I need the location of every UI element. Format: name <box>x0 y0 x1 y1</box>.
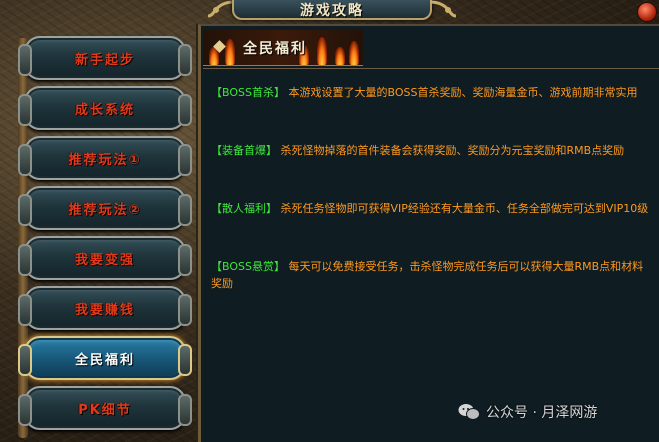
sidebar-item-get-stronger[interactable]: 我要变强 <box>18 236 192 280</box>
flame-decoration <box>335 47 345 65</box>
entry-tag: 【散人福利】 <box>211 202 277 215</box>
welfare-entry: 【BOSS首杀】 本游戏设置了大量的BOSS首杀奖励、奖励海量金币、游戏前期非常… <box>211 84 653 101</box>
right-ornament-icon <box>430 0 456 18</box>
watermark: 公众号 · 月泽网游 <box>458 402 597 422</box>
sidebar-item-label: 我要赚钱 <box>74 302 135 318</box>
entry-tag: 【BOSS首杀】 <box>211 86 285 99</box>
section-header: 全民福利 <box>203 30 363 66</box>
entry-text: 杀死任务怪物即可获得VIP经验还有大量金币、任务全部做完可达到VIP10级 <box>280 202 649 215</box>
divider <box>203 68 659 69</box>
welfare-entry: 【散人福利】 杀死任务怪物即可获得VIP经验还有大量金币、任务全部做完可达到VI… <box>211 200 653 217</box>
sidebar-item-recommended-2[interactable]: 推荐玩法② <box>18 186 192 230</box>
sidebar-item-label: PK细节 <box>78 402 132 418</box>
flame-decoration <box>317 37 327 65</box>
wechat-icon <box>458 404 480 420</box>
flame-decoration <box>349 41 359 65</box>
welfare-entry: 【装备首爆】 杀死怪物掉落的首件装备会获得奖励、奖励分为元宝奖励和RMB点奖励 <box>211 142 653 159</box>
sidebar-item-growth[interactable]: 成长系统 <box>18 86 192 130</box>
sidebar-item-label: 新手起步 <box>74 52 135 68</box>
sidebar-item-pk-details[interactable]: PK细节 <box>18 386 192 430</box>
entry-text: 杀死怪物掉落的首件装备会获得奖励、奖励分为元宝奖励和RMB点奖励 <box>280 144 625 157</box>
sidebar: 新手起步 成长系统 推荐玩法① 推荐玩法② 我要变强 我要赚钱 全民福利 PK细… <box>8 28 196 438</box>
close-icon[interactable] <box>637 2 657 22</box>
content-panel: 全民福利 【BOSS首杀】 本游戏设置了大量的BOSS首杀奖励、奖励海量金币、游… <box>198 24 659 442</box>
entry-text: 本游戏设置了大量的BOSS首杀奖励、奖励海量金币、游戏前期非常实用 <box>288 86 638 99</box>
entry-tag: 【BOSS悬赏】 <box>211 260 285 273</box>
window-title-plate: 游戏攻略 <box>232 0 432 20</box>
sidebar-item-label: 我要变强 <box>74 252 135 268</box>
left-ornament-icon <box>208 0 234 18</box>
game-window: 游戏攻略 新手起步 成长系统 推荐玩法① 推荐玩法② 我要变强 我要赚钱 全民福… <box>0 0 659 442</box>
sidebar-item-earn-money[interactable]: 我要赚钱 <box>18 286 192 330</box>
flame-decoration <box>225 39 235 65</box>
welfare-entry: 【BOSS悬赏】 每天可以免费接受任务，击杀怪物完成任务后可以获得大量RMB点和… <box>211 258 653 292</box>
sidebar-item-recommended-1[interactable]: 推荐玩法① <box>18 136 192 180</box>
sidebar-item-label: 推荐玩法② <box>68 202 142 218</box>
sidebar-item-beginner[interactable]: 新手起步 <box>18 36 192 80</box>
watermark-text: 公众号 · 月泽网游 <box>486 405 598 421</box>
sidebar-item-welfare[interactable]: 全民福利 <box>18 336 192 380</box>
sidebar-item-label: 全民福利 <box>74 352 135 368</box>
entry-tag: 【装备首爆】 <box>211 144 277 157</box>
section-title: 全民福利 <box>243 40 307 57</box>
sidebar-item-label: 推荐玩法① <box>68 152 142 168</box>
window-title: 游戏攻略 <box>300 3 364 19</box>
sidebar-item-label: 成长系统 <box>74 102 135 118</box>
